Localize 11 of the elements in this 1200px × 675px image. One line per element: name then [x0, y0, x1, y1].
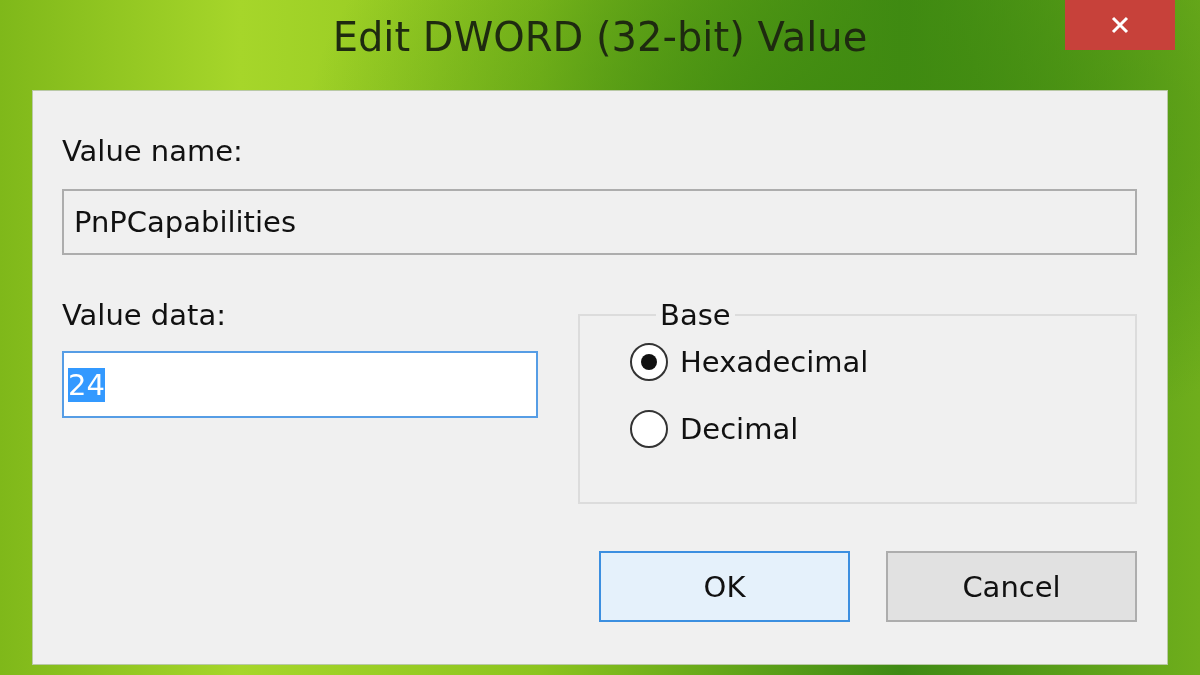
- value-name-field[interactable]: PnPCapabilities: [62, 189, 1137, 255]
- value-name-label: Value name:: [62, 133, 244, 169]
- value-data-label: Value data:: [62, 297, 227, 333]
- close-button[interactable]: [1065, 0, 1175, 50]
- close-icon: [1110, 15, 1130, 35]
- dialog-button[interactable]: Cancel: [886, 551, 1137, 622]
- window-title: Edit DWORD (32-bit) Value: [332, 13, 868, 62]
- base-label: Base: [659, 297, 732, 333]
- radio-option[interactable]: Hexadecimal: [630, 343, 869, 381]
- radio-option[interactable]: Decimal: [630, 410, 799, 448]
- dialog-button[interactable]: OK: [599, 551, 850, 622]
